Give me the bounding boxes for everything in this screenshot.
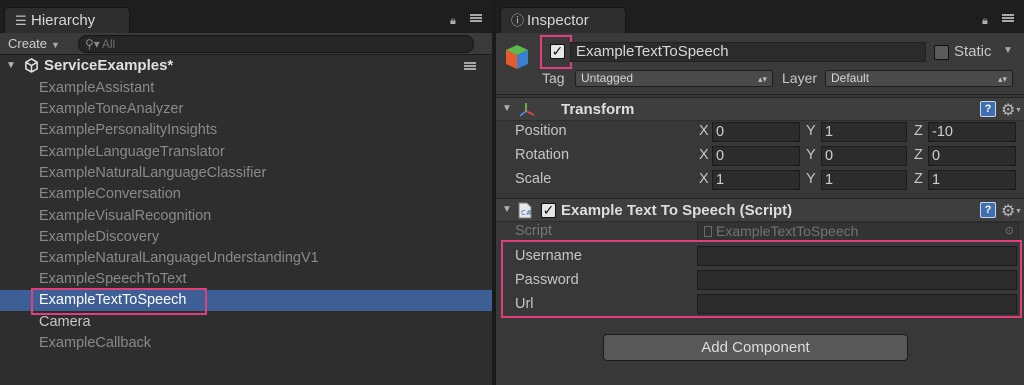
- gear-icon[interactable]: ⚙: [1001, 100, 1015, 120]
- tag-value: Untagged: [581, 71, 634, 85]
- svg-text:C#: C#: [521, 209, 532, 217]
- updown-arrows-icon: ▴▾: [757, 74, 767, 84]
- gear-icon[interactable]: ⚙: [1001, 201, 1015, 221]
- list-item[interactable]: ExampleAssistant: [0, 78, 492, 99]
- hierarchy-tabstrip: ☰ Hierarchy 🔒︎: [0, 0, 492, 33]
- position-label: Position: [515, 123, 567, 139]
- search-input[interactable]: ⚲▾ All: [78, 35, 474, 53]
- script-reference-field: ExampleTextToSpeech ⊙: [697, 222, 1019, 241]
- info-icon: ⓘ: [511, 13, 525, 28]
- transform-header[interactable]: ▼ Transform ? ⚙ ▼: [496, 97, 1024, 121]
- fold-arrow-icon[interactable]: ▼: [502, 204, 512, 215]
- inspector-panel: ⓘ Inspector 🔒︎ ✓ ExampleTextToSpeech Stat…: [496, 0, 1024, 385]
- chevron-down-icon: ▼: [1015, 107, 1022, 114]
- create-label: Create: [8, 36, 48, 51]
- position-x-field[interactable]: 0: [712, 122, 800, 142]
- layer-dropdown[interactable]: Default ▴▾: [825, 70, 1013, 87]
- axis-x-label: X: [699, 123, 709, 139]
- search-placeholder: All: [101, 37, 116, 51]
- rotation-z-field[interactable]: 0: [928, 146, 1016, 166]
- fold-arrow-icon[interactable]: ▼: [6, 60, 16, 71]
- object-name-field[interactable]: ExampleTextToSpeech: [570, 42, 926, 62]
- scale-x-field[interactable]: 1: [712, 170, 800, 190]
- add-component-button[interactable]: Add Component: [603, 334, 908, 361]
- axis-z-label: Z: [914, 171, 923, 187]
- script-label: Script: [515, 223, 553, 239]
- script-component-header[interactable]: ▼ C# ✓ Example Text To Speech (Script) ?…: [496, 198, 1024, 222]
- help-icon[interactable]: ?: [980, 101, 996, 117]
- list-item[interactable]: Camera: [0, 312, 492, 333]
- panel-menu-icon[interactable]: [470, 14, 482, 23]
- rotation-x-field[interactable]: 0: [712, 146, 800, 166]
- chevron-down-icon: ▼: [51, 40, 60, 50]
- create-button[interactable]: Create ▼: [8, 35, 60, 53]
- script-file-icon: [704, 226, 712, 237]
- help-icon[interactable]: ?: [980, 202, 996, 218]
- axis-x-label: X: [699, 147, 709, 163]
- script-component-title: Example Text To Speech (Script): [561, 202, 793, 219]
- list-item[interactable]: ExampleNaturalLanguageClassifier: [0, 163, 492, 184]
- scale-y-field[interactable]: 1: [821, 170, 907, 190]
- static-label: Static: [954, 43, 992, 60]
- tag-label: Tag: [542, 70, 565, 86]
- lock-icon[interactable]: 🔒︎: [450, 15, 456, 28]
- position-z-field[interactable]: -10: [928, 122, 1016, 142]
- rotation-y-field[interactable]: 0: [821, 146, 907, 166]
- list-item[interactable]: ExampleToneAnalyzer: [0, 99, 492, 120]
- scale-z-field[interactable]: 1: [928, 170, 1016, 190]
- scene-row[interactable]: ▼ ServiceExamples*: [0, 56, 492, 76]
- scene-menu-icon[interactable]: [464, 62, 476, 71]
- axis-x-label: X: [699, 171, 709, 187]
- lock-icon[interactable]: 🔒︎: [982, 15, 988, 28]
- list-icon: ☰: [15, 13, 27, 28]
- list-item[interactable]: ExampleConversation: [0, 184, 492, 205]
- layer-value: Default: [831, 71, 870, 85]
- tab-hierarchy[interactable]: ☰ Hierarchy: [4, 7, 130, 33]
- axis-z-label: Z: [914, 147, 923, 163]
- inspector-tab-label: Inspector: [527, 12, 589, 29]
- csharp-script-icon: C#: [518, 202, 532, 219]
- object-picker-icon[interactable]: ⊙: [1005, 223, 1014, 240]
- static-dropdown-icon[interactable]: ▼: [1003, 45, 1013, 56]
- list-item[interactable]: ExampleDiscovery: [0, 227, 492, 248]
- rotation-label: Rotation: [515, 147, 570, 163]
- fold-arrow-icon[interactable]: ▼: [502, 103, 512, 114]
- tag-dropdown[interactable]: Untagged ▴▾: [575, 70, 773, 87]
- axis-y-label: Y: [806, 123, 816, 139]
- hierarchy-tab-label: Hierarchy: [31, 12, 96, 29]
- highlight-box-active-checkbox: [540, 35, 572, 69]
- updown-arrows-icon: ▴▾: [997, 74, 1007, 84]
- transform-title: Transform: [561, 101, 635, 118]
- axis-y-label: Y: [806, 147, 816, 163]
- transform-axes-icon: [519, 103, 535, 117]
- gameobject-header: ✓ ExampleTextToSpeech Static ▼ Tag Untag…: [496, 33, 1024, 95]
- search-icon: ⚲▾: [85, 37, 100, 51]
- list-item[interactable]: ExampleNaturalLanguageUnderstandingV1: [0, 248, 492, 269]
- list-item[interactable]: ExamplePersonalityInsights: [0, 120, 492, 141]
- inspector-tabstrip: ⓘ Inspector 🔒︎: [496, 0, 1024, 33]
- list-item[interactable]: ExampleLanguageTranslator: [0, 142, 492, 163]
- axis-z-label: Z: [914, 123, 923, 139]
- scene-name: ServiceExamples*: [44, 57, 174, 74]
- highlight-box-selected-item: [31, 288, 207, 315]
- axis-y-label: Y: [806, 171, 816, 187]
- unity-scene-icon: [25, 58, 38, 73]
- list-item[interactable]: ExampleCallback: [0, 333, 492, 354]
- panel-menu-icon[interactable]: [1002, 14, 1014, 23]
- list-item[interactable]: ExampleVisualRecognition: [0, 206, 492, 227]
- layer-label: Layer: [782, 70, 818, 86]
- static-checkbox[interactable]: [934, 45, 949, 60]
- tab-inspector[interactable]: ⓘ Inspector: [500, 7, 626, 33]
- hierarchy-panel: ☰ Hierarchy 🔒︎ Create ▼ ⚲▾ All ▼ ServiceExa…: [0, 0, 492, 385]
- chevron-down-icon: ▼: [1015, 208, 1022, 215]
- script-value: ExampleTextToSpeech: [716, 223, 859, 239]
- gameobject-cube-icon: [506, 45, 528, 69]
- highlight-box-credentials: [501, 240, 1022, 318]
- script-enabled-checkbox[interactable]: ✓: [541, 203, 556, 218]
- position-y-field[interactable]: 1: [821, 122, 907, 142]
- hierarchy-toolbar: Create ▼ ⚲▾ All: [0, 33, 492, 55]
- list-item[interactable]: ExampleSpeechToText: [0, 269, 492, 290]
- scale-label: Scale: [515, 171, 552, 187]
